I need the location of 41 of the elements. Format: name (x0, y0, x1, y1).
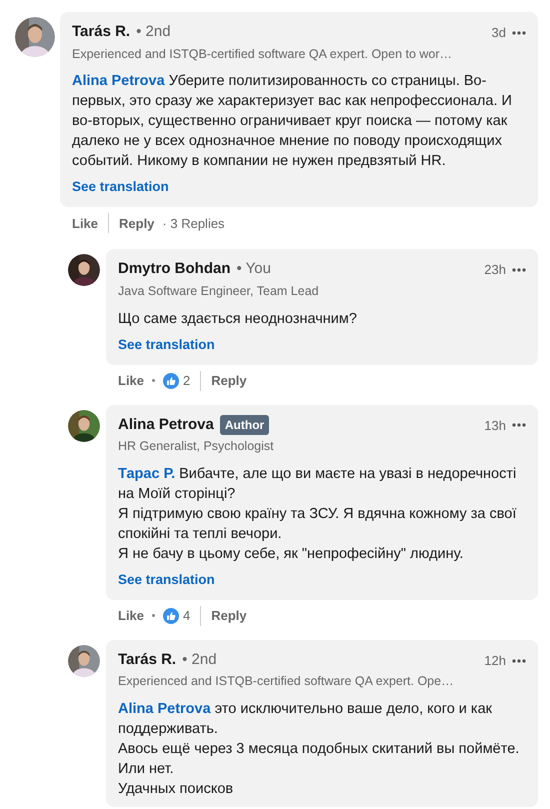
thumbs-up-icon (163, 372, 180, 388)
timestamp: 13h (484, 416, 506, 434)
author-name[interactable]: Dmytro Bohdan (118, 258, 230, 281)
comment-text: Що саме здається неоднозначним? (118, 310, 358, 328)
see-translation-link[interactable]: See translation (118, 572, 215, 587)
reaction-count[interactable]: 2 (183, 370, 190, 390)
see-translation-link[interactable]: See translation (72, 179, 169, 194)
reply-button[interactable]: Reply (211, 370, 247, 390)
more-icon[interactable] (512, 268, 526, 272)
more-icon[interactable] (512, 658, 526, 662)
timestamp: 12h (484, 652, 506, 670)
timestamp: 23h (484, 261, 506, 280)
headline: Java Software Engineer, Team Lead (118, 282, 320, 300)
author-name[interactable]: Tarás R. (72, 21, 130, 44)
headline: Experienced and ISTQB-certified software QA expert. Open to wor… (72, 46, 454, 63)
mention-link[interactable]: Alina Petrova (72, 73, 165, 90)
comment-text: Alina Petrova это исключительно ваше дело, кого и как поддерживать. Авось ещё через 3 месяца подобных скитаний вы поймёте. Или нет. Удачных поисков (118, 700, 520, 799)
more-icon[interactable] (512, 423, 526, 428)
see-translation-link[interactable]: See translation (118, 336, 215, 352)
connection-degree: • 2nd (136, 22, 171, 42)
more-icon[interactable] (512, 30, 526, 35)
author-badge: Author (220, 414, 270, 435)
comment-text: Тарас Р. Вибачте, але що ви маєте на увазі в недоречності на Моїй сторінці? Я підтримую свою країну та ЗСУ. Я вдячна кожному за свої спокійні та теплі вечори. Я не бачу в цьому себе, як "непрофесійну" людину. (118, 464, 518, 564)
connection-degree: • You (236, 259, 271, 280)
reply-button[interactable]: Reply (119, 214, 154, 233)
reply-button[interactable]: Reply (211, 606, 247, 626)
headline: Experienced and ISTQB-certified software QA expert. Ope… (118, 673, 455, 690)
mention-link[interactable]: Alina Petrova (118, 701, 211, 717)
like-button[interactable]: Like (118, 606, 144, 626)
author-name[interactable]: Alina Petrova (118, 414, 214, 436)
like-button[interactable]: Like (72, 214, 98, 233)
timestamp: 3d (492, 24, 506, 42)
reaction-count[interactable]: 4 (183, 606, 190, 626)
author-name[interactable]: Tarás R. (118, 648, 176, 672)
like-button[interactable]: Like (118, 370, 144, 390)
replies-link[interactable]: · 3 Replies (162, 214, 225, 233)
mention-link[interactable]: Тарас Р. (118, 466, 176, 482)
comment-text: Alina Petrova Уберите политизированность со страницы. Во-первых, это сразу же характеризует вас как непрофессионала. И во-вторых, существенно ограничивает круг поиска — потому как далеко не у всех однозначное мнение по поводу происходящих событий. Никому в компании не нужен предвзятый HR. (72, 72, 513, 172)
connection-degree: • 2nd (182, 650, 217, 670)
thumbs-up-icon (163, 608, 180, 624)
headline: HR Generalist, Psychologist (118, 438, 275, 455)
